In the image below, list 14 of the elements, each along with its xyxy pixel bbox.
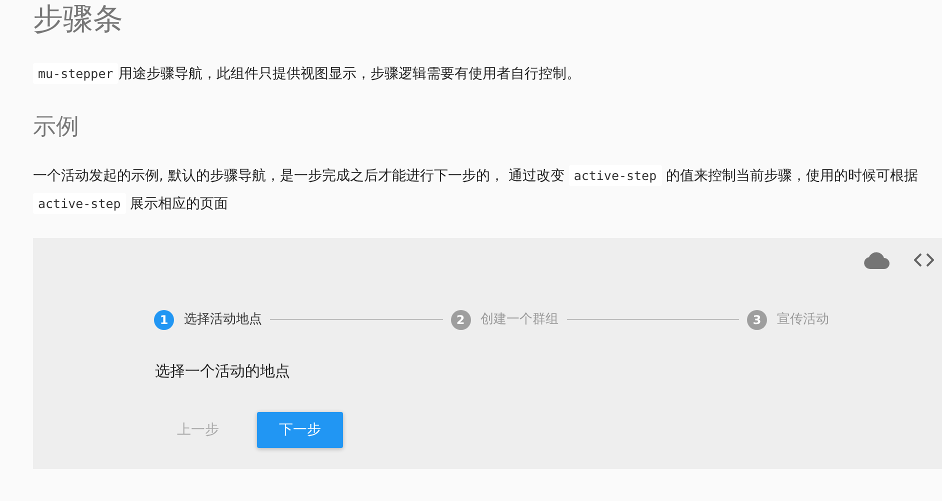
intro-paragraph: mu-stepper 用途步骤导航，此组件只提供视图显示，步骤逻辑需要有使用者自行控制。 <box>33 60 942 88</box>
step-label: 选择活动地点 <box>184 310 262 329</box>
code-icon[interactable] <box>914 253 934 268</box>
description-paragraph: 一个活动发起的示例, 默认的步骤导航，是一步完成之后才能进行下一步的， 通过改变 active-step 的值来控制当前步骤，使用的时候可根据 active-step 展示相应的页面 <box>33 162 942 218</box>
step-number: 3 <box>747 310 767 330</box>
step-label: 创建一个群组 <box>480 310 558 329</box>
step-number: 2 <box>450 310 470 330</box>
step-content-text: 选择一个活动的地点 <box>155 360 291 382</box>
cloud-icon[interactable] <box>864 252 890 269</box>
section-title: 示例 <box>33 114 80 142</box>
step-label: 宣传活动 <box>777 310 829 329</box>
step-number: 1 <box>154 310 174 330</box>
next-step-button[interactable]: 下一步 <box>257 412 343 448</box>
page-title: 步骤条 <box>33 1 124 39</box>
